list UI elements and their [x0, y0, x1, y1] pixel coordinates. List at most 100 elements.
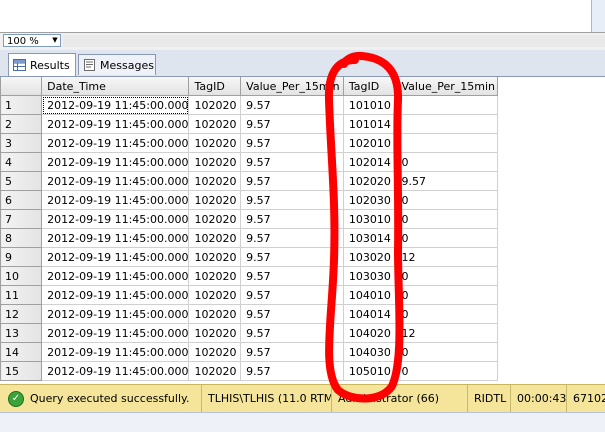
row-number[interactable]: 11	[0, 285, 43, 305]
table-cell[interactable]: 102020	[188, 323, 242, 343]
row-number[interactable]: 7	[0, 209, 43, 229]
table-row[interactable]: 7 2012-09-19 11:45:00.000 102020 9.57 103010…	[0, 209, 605, 229]
table-cell[interactable]: 2012-09-19 11:45:00.000	[41, 209, 190, 229]
table-cell[interactable]: 9.57	[240, 323, 344, 343]
tab-results[interactable]: Results	[8, 53, 76, 76]
table-cell[interactable]: 2012-09-19 11:45:00.000	[41, 247, 190, 267]
table-cell[interactable]: 105010	[342, 361, 397, 381]
table-cell[interactable]	[395, 114, 499, 134]
table-cell[interactable]: 9.57	[240, 190, 344, 210]
table-cell[interactable]: 9.57	[240, 114, 344, 134]
row-number[interactable]: 5	[0, 171, 43, 191]
table-cell[interactable]: 101014	[342, 114, 397, 134]
table-row[interactable]: 14 2012-09-19 11:45:00.000 102020 9.57 10403…	[0, 342, 605, 362]
table-cell[interactable]: 0	[395, 152, 499, 172]
row-number[interactable]: 14	[0, 342, 43, 362]
table-cell[interactable]: 0	[395, 266, 499, 286]
table-cell[interactable]: 2012-09-19 11:45:00.000	[41, 114, 190, 134]
table-cell[interactable]: 2012-09-19 11:45:00.000	[41, 171, 190, 191]
row-number[interactable]: 1	[0, 95, 43, 115]
row-number[interactable]: 2	[0, 114, 43, 134]
table-cell[interactable]: 0	[395, 228, 499, 248]
table-cell[interactable]: 0	[395, 190, 499, 210]
row-number[interactable]: 3	[0, 133, 43, 153]
table-cell[interactable]: 102020	[188, 152, 242, 172]
table-cell[interactable]	[395, 133, 499, 153]
table-cell[interactable]: 9.57	[240, 95, 344, 115]
table-cell[interactable]: 104030	[342, 342, 397, 362]
column-header[interactable]: Value_Per_15min	[240, 77, 344, 96]
table-cell[interactable]: 102020	[188, 209, 242, 229]
table-cell[interactable]: 104014	[342, 304, 397, 324]
table-cell[interactable]: 9.57	[240, 152, 344, 172]
table-cell[interactable]: 104020	[342, 323, 397, 343]
table-row[interactable]: 12 2012-09-19 11:45:00.000 102020 9.57 10401…	[0, 304, 605, 324]
table-cell[interactable]: 9.57	[395, 171, 499, 191]
table-cell[interactable]: 102020	[188, 285, 242, 305]
table-row[interactable]: 3 2012-09-19 11:45:00.000 102020 9.57 102010	[0, 133, 605, 153]
table-cell[interactable]: 2012-09-19 11:45:00.000	[41, 323, 190, 343]
table-cell[interactable]: 102020	[188, 342, 242, 362]
table-cell[interactable]: 104010	[342, 285, 397, 305]
table-cell[interactable]: 9.57	[240, 133, 344, 153]
table-row[interactable]: 1 2012-09-19 11:45:00.000 102020 9.57 101010	[0, 95, 605, 115]
table-cell[interactable]: 2012-09-19 11:45:00.000	[41, 133, 190, 153]
table-cell[interactable]: 103030	[342, 266, 397, 286]
table-row[interactable]: 10 2012-09-19 11:45:00.000 102020 9.57 10303…	[0, 266, 605, 286]
table-cell[interactable]: 103020	[342, 247, 397, 267]
table-cell[interactable]: 102020	[188, 133, 242, 153]
column-header[interactable]: Value_Per_15min	[395, 77, 499, 96]
table-cell[interactable]: 102030	[342, 190, 397, 210]
table-row[interactable]: 6 2012-09-19 11:45:00.000 102020 9.57 102030…	[0, 190, 605, 210]
row-number[interactable]: 10	[0, 266, 43, 286]
table-row[interactable]: 15 2012-09-19 11:45:00.000 102020 9.57 10501…	[0, 361, 605, 381]
table-cell[interactable]: 0	[395, 361, 499, 381]
table-cell[interactable]: 2012-09-19 11:45:00.000	[41, 361, 190, 381]
row-number[interactable]: 4	[0, 152, 43, 172]
tab-messages[interactable]: Messages	[78, 54, 156, 75]
query-editor-area[interactable]	[0, 0, 605, 32]
table-cell[interactable]: 2012-09-19 11:45:00.000	[41, 285, 190, 305]
results-grid[interactable]: Date_Time TagID Value_Per_15min TagID Va…	[0, 77, 605, 383]
table-cell[interactable]: 9.57	[240, 209, 344, 229]
table-cell[interactable]: 0	[395, 304, 499, 324]
zoom-select[interactable]: 100 % ▼	[3, 34, 61, 47]
table-cell[interactable]: 102020	[188, 266, 242, 286]
table-cell[interactable]: 102020	[188, 304, 242, 324]
table-cell[interactable]: 102020	[188, 361, 242, 381]
table-cell[interactable]: 102020	[188, 247, 242, 267]
table-cell[interactable]: 102020	[188, 228, 242, 248]
table-cell[interactable]: 102020	[188, 114, 242, 134]
horizontal-scrollbar[interactable]	[63, 35, 605, 47]
table-cell[interactable]: 102020	[188, 171, 242, 191]
table-cell[interactable]: 102014	[342, 152, 397, 172]
table-cell[interactable]: 102020	[188, 190, 242, 210]
table-cell[interactable]: 0	[395, 342, 499, 362]
row-number[interactable]: 6	[0, 190, 43, 210]
table-cell[interactable]: 0	[395, 285, 499, 305]
table-cell[interactable]: 9.57	[240, 171, 344, 191]
row-number[interactable]: 13	[0, 323, 43, 343]
table-cell[interactable]	[395, 95, 499, 115]
table-cell[interactable]: 9.57	[240, 285, 344, 305]
table-cell[interactable]: 9.57	[240, 304, 344, 324]
table-cell[interactable]: 2012-09-19 11:45:00.000	[41, 190, 190, 210]
column-header[interactable]: Date_Time	[41, 77, 190, 96]
table-cell[interactable]: 101010	[342, 95, 397, 115]
table-row[interactable]: 11 2012-09-19 11:45:00.000 102020 9.57 10401…	[0, 285, 605, 305]
table-row[interactable]: 4 2012-09-19 11:45:00.000 102020 9.57 102014…	[0, 152, 605, 172]
table-row[interactable]: 13 2012-09-19 11:45:00.000 102020 9.57 10402…	[0, 323, 605, 343]
table-cell[interactable]: 9.57	[240, 342, 344, 362]
row-number[interactable]: 9	[0, 247, 43, 267]
table-cell[interactable]: 9.57	[240, 228, 344, 248]
table-cell[interactable]: 102010	[342, 133, 397, 153]
row-number[interactable]: 12	[0, 304, 43, 324]
table-cell[interactable]: 103014	[342, 228, 397, 248]
table-cell[interactable]: 103010	[342, 209, 397, 229]
table-cell[interactable]: 9.57	[240, 266, 344, 286]
table-cell[interactable]: 102020	[188, 95, 242, 115]
table-cell[interactable]: 0	[395, 209, 499, 229]
table-cell[interactable]: 2012-09-19 11:45:00.000	[41, 342, 190, 362]
table-cell[interactable]: 2012-09-19 11:45:00.000	[41, 152, 190, 172]
row-number[interactable]: 8	[0, 228, 43, 248]
